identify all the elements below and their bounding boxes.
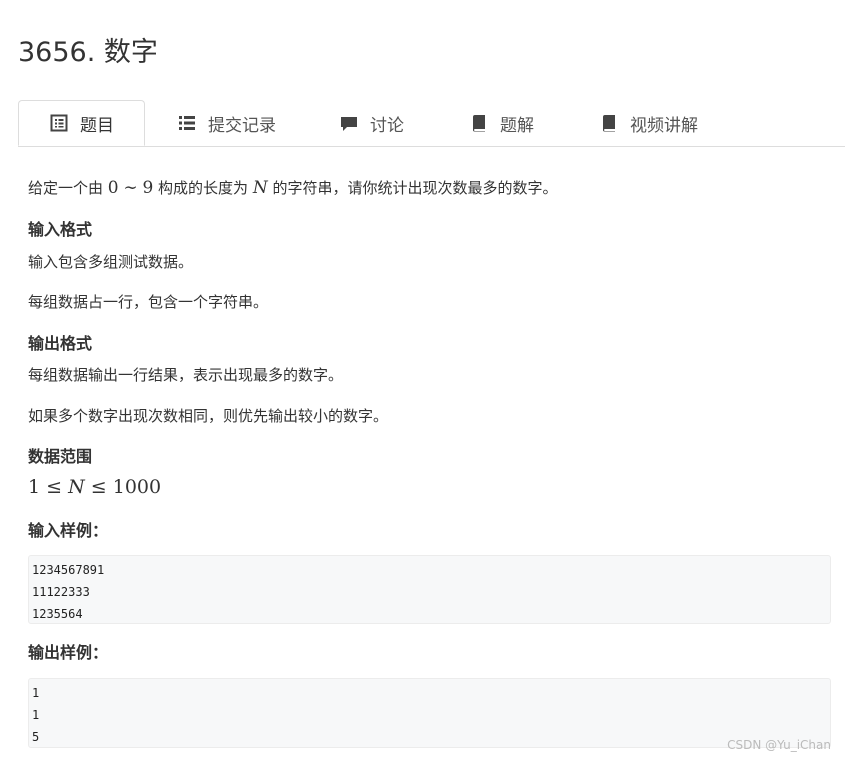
sample-input-heading: 输入样例： — [28, 521, 109, 540]
code-line: 1234567891 — [32, 563, 105, 577]
tab-submissions[interactable]: 提交记录 — [178, 100, 276, 146]
input-format-heading: 输入格式 — [28, 220, 93, 239]
tab-video[interactable]: 视频讲解 — [600, 100, 698, 146]
book-icon — [470, 114, 488, 132]
data-range-formula: 1 ≤ N ≤ 1000 — [28, 476, 162, 498]
code-line: 5 — [32, 730, 40, 744]
code-line: 1235564 — [32, 607, 83, 621]
code-line: 11122333 — [32, 585, 90, 599]
data-range-heading: 数据范围 — [28, 447, 93, 466]
tab-label: 提交记录 — [208, 115, 276, 136]
list-alt-icon — [50, 114, 68, 132]
output-format-line: 如果多个数字出现次数相同，则优先输出较小的数字。 — [28, 407, 389, 425]
code-line: 1 — [32, 708, 40, 722]
watermark: CSDN @Yu_iChan — [727, 738, 831, 752]
problem-tabs: 题目 提交记录 讨论 题解 视频讲解 — [18, 100, 845, 147]
tab-solutions[interactable]: 题解 — [470, 100, 534, 146]
tab-label: 题目 — [80, 115, 114, 136]
sample-output-block[interactable]: 1 1 5 — [28, 678, 831, 748]
tab-problem[interactable]: 题目 — [18, 100, 145, 146]
input-format-line: 每组数据占一行，包含一个字符串。 — [28, 293, 269, 311]
tab-label: 题解 — [500, 115, 534, 136]
sample-output-heading: 输出样例： — [28, 643, 109, 662]
output-format-line: 每组数据输出一行结果，表示出现最多的数字。 — [28, 366, 344, 384]
problem-description: 给定一个由 0 ∼ 9 构成的长度为 N 的字符串，请你统计出现次数最多的数字。 — [28, 178, 558, 198]
input-format-line: 输入包含多组测试数据。 — [28, 253, 194, 271]
tab-label: 讨论 — [370, 115, 404, 136]
list-icon — [178, 114, 196, 132]
code-line: 1 — [32, 686, 40, 700]
tab-discussion[interactable]: 讨论 — [340, 100, 404, 146]
output-format-heading: 输出格式 — [28, 334, 93, 353]
tab-label: 视频讲解 — [630, 115, 698, 136]
book-icon — [600, 114, 618, 132]
page-title: 3656. 数字 — [18, 37, 158, 68]
comment-icon — [340, 114, 358, 132]
sample-input-block[interactable]: 1234567891 11122333 1235564 — [28, 555, 831, 624]
